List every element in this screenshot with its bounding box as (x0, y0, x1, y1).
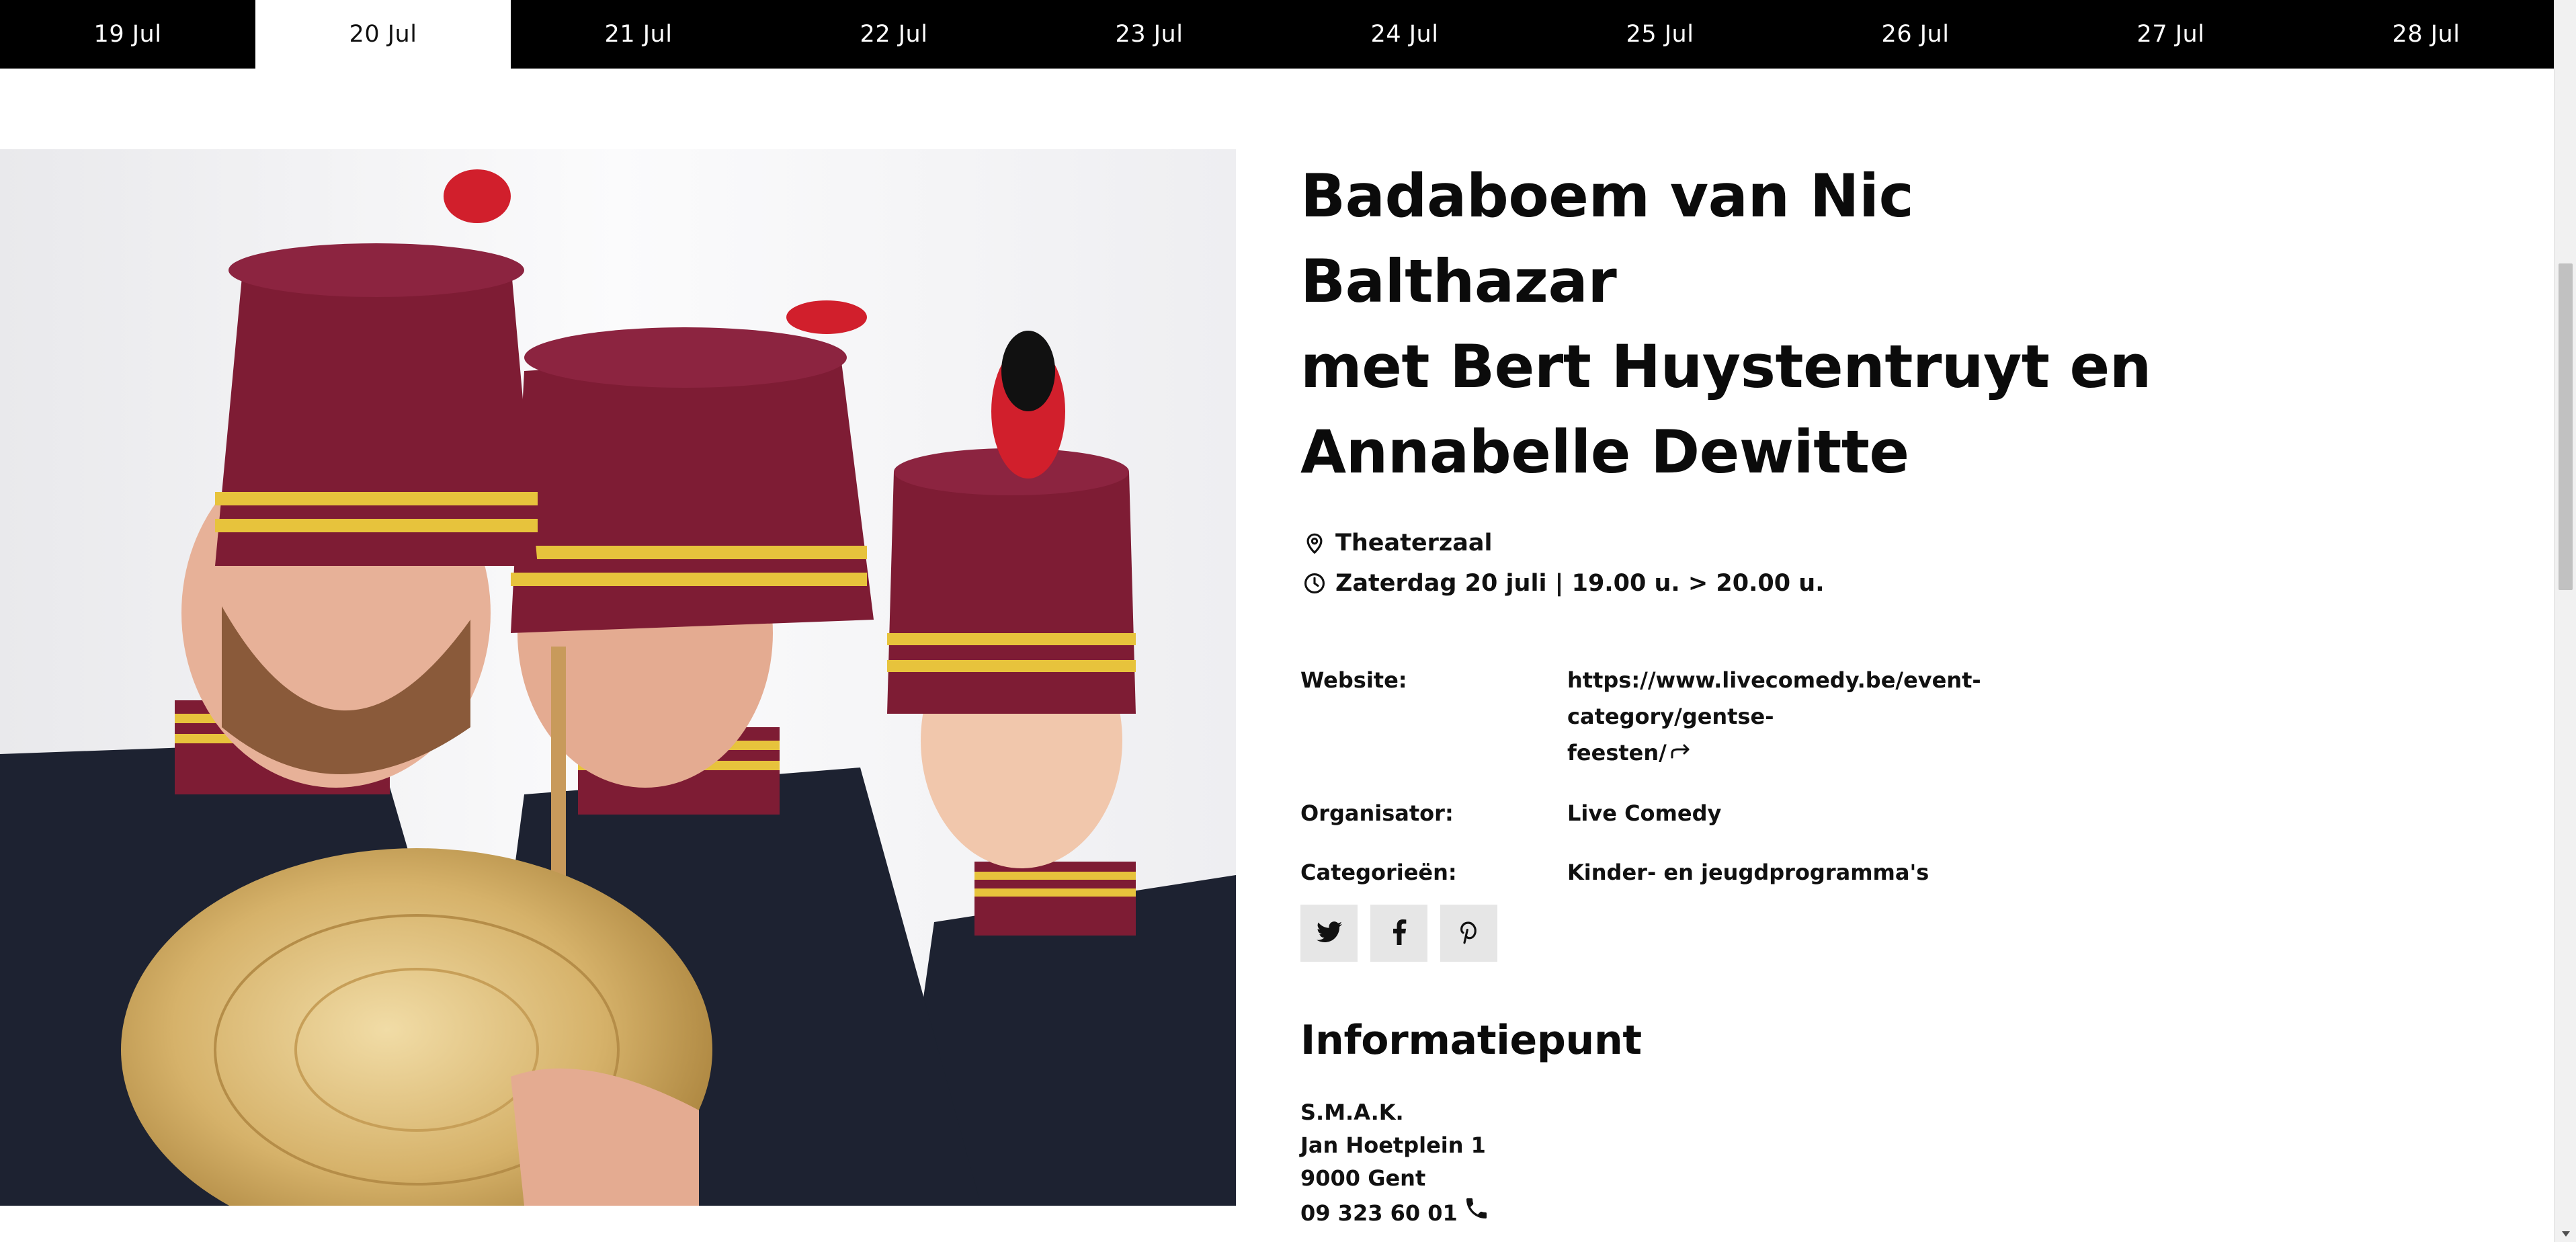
info-point-street: Jan Hoetplein 1 (1300, 1132, 1486, 1158)
event-location: Theaterzaal (1300, 523, 2241, 563)
info-point-name: S.M.A.K. (1300, 1100, 1404, 1125)
info-point-address: S.M.A.K. Jan Hoetplein 1 9000 Gent 09 32… (1300, 1096, 1642, 1231)
detail-organizer-value: Live Comedy (1567, 800, 1722, 826)
tab-date-20-jul[interactable]: 20 Jul (255, 0, 511, 69)
event-location-text: Theaterzaal (1335, 530, 1493, 556)
event-photo (0, 149, 1236, 1206)
facebook-icon (1392, 919, 1407, 948)
tab-date-23-jul[interactable]: 23 Jul (1022, 0, 1277, 69)
scroll-down-arrow[interactable] (2562, 1231, 2570, 1237)
website-link-line-1: https://www.livecomedy.be/event-category… (1567, 667, 1981, 729)
detail-organizer-label: Organisator: (1300, 800, 1454, 826)
twitter-icon (1316, 921, 1342, 946)
detail-website-label: Website: (1300, 667, 1407, 693)
tab-date-25-jul[interactable]: 25 Jul (1532, 0, 1788, 69)
detail-categories: Categorieën: Kinder- en jeugdprogramma's (1300, 854, 2241, 891)
tab-date-24-jul[interactable]: 24 Jul (1277, 0, 1532, 69)
share-buttons (1300, 905, 1497, 962)
clock-icon (1300, 569, 1329, 597)
detail-website: Website: https://www.livecomedy.be/event… (1300, 662, 2241, 772)
detail-organizer: Organisator: Live Comedy (1300, 795, 2241, 831)
tab-date-21-jul[interactable]: 21 Jul (511, 0, 766, 69)
event-title: Badaboem van Nic Balthazar met Bert Huys… (1300, 153, 2241, 495)
page-scrollbar[interactable] (2554, 0, 2576, 1242)
event-datetime: Zaterdag 20 juli | 19.00 u. > 20.00 u. (1300, 563, 2241, 604)
date-tab-bar: 19 Jul 20 Jul 21 Jul 22 Jul 23 Jul 24 Ju… (0, 0, 2554, 69)
tab-date-27-jul[interactable]: 27 Jul (2043, 0, 2298, 69)
share-pinterest-button[interactable] (1440, 905, 1497, 962)
share-twitter-button[interactable] (1300, 905, 1358, 962)
event-info: Badaboem van Nic Balthazar met Bert Huys… (1300, 153, 2241, 604)
tab-date-28-jul[interactable]: 28 Jul (2298, 0, 2554, 69)
event-photo-illustration (0, 149, 1236, 1206)
event-meta: Theaterzaal Zaterdag 20 juli | 19.00 u. … (1300, 523, 2241, 604)
location-pin-icon (1300, 529, 1329, 557)
detail-categories-label: Categorieën: (1300, 860, 1457, 885)
detail-website-value: https://www.livecomedy.be/event-category… (1567, 662, 2172, 772)
tab-date-26-jul[interactable]: 26 Jul (1788, 0, 2043, 69)
website-link[interactable]: https://www.livecomedy.be/event-category… (1567, 667, 1981, 765)
info-point-phone[interactable]: 09 323 60 01 (1300, 1195, 1642, 1231)
pinterest-icon (1460, 920, 1479, 947)
event-title-line-2: met Bert Huystentruyt en (1300, 332, 2151, 401)
external-link-icon (1669, 736, 1692, 772)
tab-date-19-jul[interactable]: 19 Jul (0, 0, 255, 69)
event-details: Website: https://www.livecomedy.be/event… (1300, 662, 2241, 913)
info-point-heading: Informatiepunt (1300, 1017, 1642, 1064)
website-link-line-2: feesten/ (1567, 740, 1667, 765)
share-facebook-button[interactable] (1370, 905, 1427, 962)
event-datetime-text: Zaterdag 20 juli | 19.00 u. > 20.00 u. (1335, 570, 1825, 597)
info-point: Informatiepunt S.M.A.K. Jan Hoetplein 1 … (1300, 1017, 1642, 1231)
event-title-line-3: Annabelle Dewitte (1300, 417, 1909, 487)
event-title-line-1: Badaboem van Nic Balthazar (1300, 161, 1914, 316)
tab-date-22-jul[interactable]: 22 Jul (766, 0, 1022, 69)
scrollbar-thumb[interactable] (2559, 263, 2573, 590)
info-point-city: 9000 Gent (1300, 1165, 1426, 1191)
info-point-phone-number: 09 323 60 01 (1300, 1200, 1458, 1226)
phone-icon (1458, 1195, 1490, 1231)
detail-categories-value: Kinder- en jeugdprogramma's (1567, 860, 1929, 885)
